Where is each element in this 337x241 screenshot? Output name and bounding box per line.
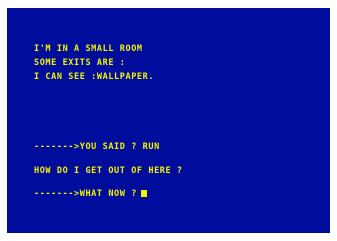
game-response-line: HOW DO I GET OUT OF HERE ? [34, 166, 183, 176]
room-visible-items-line: I CAN SEE :WALLPAPER. [34, 72, 155, 82]
room-exits-line: SOME EXITS ARE : [34, 58, 126, 68]
player-command-echo: ------->YOU SAID ? RUN [34, 142, 160, 152]
game-screen[interactable]: I'M IN A SMALL ROOM SOME EXITS ARE : I C… [7, 8, 330, 233]
command-prompt-line[interactable]: ------->WHAT NOW ? [34, 189, 147, 199]
command-prompt-text: ------->WHAT NOW ? [34, 189, 137, 199]
block-cursor-icon[interactable] [140, 190, 147, 197]
room-description-line-1: I'M IN A SMALL ROOM [34, 44, 143, 54]
